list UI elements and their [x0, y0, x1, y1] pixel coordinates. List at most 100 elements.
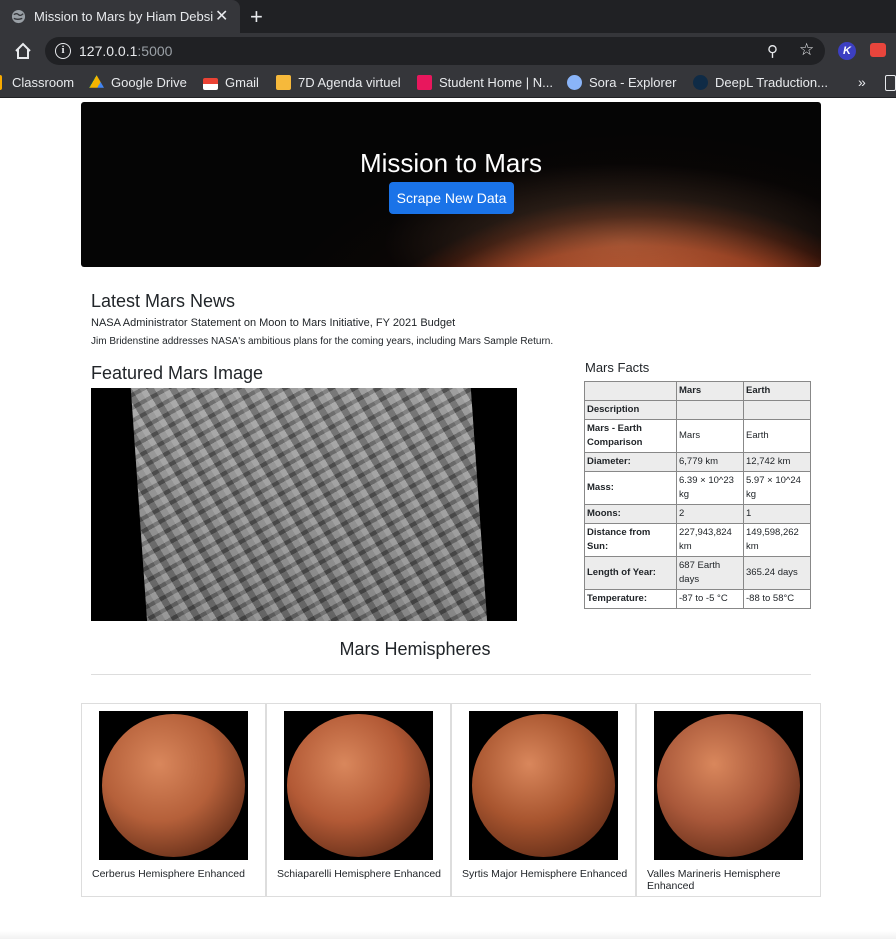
mars-globe-image	[657, 714, 800, 857]
page-bottom-edge	[0, 931, 896, 939]
bookmark-label: DeepL Traduction...	[715, 75, 828, 90]
hemisphere-card: Schiaparelli Hemisphere Enhanced	[266, 703, 451, 897]
hemisphere-image[interactable]	[654, 711, 803, 860]
extension-red-icon[interactable]	[870, 43, 886, 57]
hemisphere-image[interactable]	[284, 711, 433, 860]
url-host: 127.0.0.1	[79, 43, 138, 59]
table-cell: Earth	[743, 419, 811, 453]
table-cell: Description	[584, 400, 677, 420]
globe-icon	[11, 9, 26, 24]
bookmark-classroom[interactable]: Classroom	[0, 75, 74, 90]
browser-toolbar: i 127.0.0.1:5000 ⚲ ☆ K	[0, 33, 896, 69]
table-row: Mars - Earth Comparison Mars Earth	[584, 419, 811, 453]
table-row: Diameter: 6,779 km 12,742 km	[584, 452, 811, 472]
hemisphere-title: Cerberus Hemisphere Enhanced	[92, 868, 245, 880]
bookmark-7d-agenda[interactable]: 7D Agenda virtuel	[276, 75, 401, 90]
table-cell: 365.24 days	[743, 556, 811, 590]
hemisphere-card: Syrtis Major Hemisphere Enhanced	[451, 703, 636, 897]
mars-globe-image	[287, 714, 430, 857]
bookmark-label: Student Home | N...	[439, 75, 553, 90]
hemispheres-grid: Cerberus Hemisphere Enhanced Schiaparell…	[81, 703, 821, 897]
table-row: Moons: 2 1	[584, 504, 811, 524]
scrape-new-data-button[interactable]: Scrape New Data	[389, 182, 514, 214]
zoom-icon[interactable]: ⚲	[767, 42, 778, 60]
classroom-icon	[0, 75, 2, 90]
agenda-icon	[276, 75, 291, 90]
table-cell: 6,779 km	[676, 452, 744, 472]
bookmark-sora[interactable]: Sora - Explorer	[567, 75, 676, 90]
table-header: Mars	[676, 381, 744, 401]
table-cell	[743, 400, 811, 420]
table-cell: -88 to 58°C	[743, 589, 811, 609]
mars-globe-image	[472, 714, 615, 857]
table-cell: 227,943,824 km	[676, 523, 744, 557]
info-icon[interactable]: i	[55, 43, 71, 59]
reading-list-icon[interactable]	[885, 75, 896, 91]
news-paragraph: Jim Bridenstine addresses NASA's ambitio…	[91, 336, 554, 347]
home-icon[interactable]	[13, 41, 33, 61]
page-title: Mission to Mars	[359, 148, 543, 178]
table-cell: 6.39 × 10^23 kg	[676, 471, 744, 505]
hemispheres-heading: Mars Hemispheres	[339, 639, 491, 659]
bookmark-label: Classroom	[12, 75, 75, 90]
table-header-row: Mars Earth	[584, 381, 811, 401]
table-row: Length of Year: 687 Earth days 365.24 days	[584, 556, 811, 590]
bookmark-google-drive[interactable]: Google Drive	[89, 75, 187, 90]
dune-image-strip	[130, 388, 488, 621]
table-row: Distance from Sun: 227,943,824 km 149,598,…	[584, 523, 811, 557]
table-cell	[676, 400, 744, 420]
bookmark-deepl[interactable]: DeepL Traduction...	[693, 75, 828, 90]
table-row: Description	[584, 400, 811, 420]
student-home-icon	[417, 75, 432, 90]
table-cell: Mars	[676, 419, 744, 453]
table-header	[584, 381, 677, 401]
google-drive-icon	[89, 75, 104, 88]
more-bookmarks-icon[interactable]: »	[858, 74, 866, 90]
table-row: Mass: 6.39 × 10^23 kg 5.97 × 10^24 kg	[584, 471, 811, 505]
hemisphere-image[interactable]	[99, 711, 248, 860]
table-cell: Distance from Sun:	[584, 523, 677, 557]
table-cell: 687 Earth days	[676, 556, 744, 590]
address-bar[interactable]: i 127.0.0.1:5000 ⚲ ☆	[45, 37, 825, 65]
bookmark-student-home[interactable]: Student Home | N...	[417, 75, 553, 90]
hemisphere-title: Schiaparelli Hemisphere Enhanced	[277, 868, 442, 880]
bookmark-label: Google Drive	[111, 75, 187, 90]
tab-title: Mission to Mars by Hiam Debsi	[34, 9, 214, 24]
bookmark-star-icon[interactable]: ☆	[799, 40, 814, 60]
close-tab-icon[interactable]: ✕	[215, 6, 228, 26]
table-cell: Temperature:	[584, 589, 677, 609]
browser-tab[interactable]: Mission to Mars by Hiam Debsi ✕	[0, 0, 240, 33]
bookmark-label: Sora - Explorer	[589, 75, 677, 90]
mars-facts-table: Mars Earth Description Mars - Earth Comp…	[584, 381, 811, 609]
hemisphere-title: Valles Marineris Hemisphere Enhanced	[647, 868, 781, 892]
bookmarks-bar: Classroom Google Drive Gmail 7D Agenda v…	[0, 69, 896, 98]
hemisphere-card: Cerberus Hemisphere Enhanced	[81, 703, 266, 897]
table-cell: Mass:	[584, 471, 677, 505]
table-header: Earth	[743, 381, 811, 401]
page-content: Mission to Mars Scrape New Data Latest M…	[0, 99, 896, 939]
table-row: Temperature: -87 to -5 °C -88 to 58°C	[584, 589, 811, 609]
table-cell: 1	[743, 504, 811, 524]
news-heading: Latest Mars News	[91, 291, 236, 311]
jumbotron: Mission to Mars Scrape New Data	[81, 102, 821, 267]
table-cell: Length of Year:	[584, 556, 677, 590]
new-tab-button[interactable]: +	[250, 4, 263, 30]
news-title: NASA Administrator Statement on Moon to …	[91, 317, 456, 329]
bookmark-gmail[interactable]: Gmail	[203, 75, 259, 90]
table-cell: Moons:	[584, 504, 677, 524]
table-cell: 149,598,262 km	[743, 523, 811, 557]
table-cell: 5.97 × 10^24 kg	[743, 471, 811, 505]
hemisphere-card: Valles Marineris Hemisphere Enhanced	[636, 703, 821, 897]
featured-image-heading: Featured Mars Image	[91, 363, 264, 383]
gmail-icon	[203, 78, 218, 90]
table-cell: 2	[676, 504, 744, 524]
table-cell: Diameter:	[584, 452, 677, 472]
extension-k-icon[interactable]: K	[838, 42, 856, 60]
browser-tab-strip: Mission to Mars by Hiam Debsi ✕ +	[0, 0, 896, 33]
divider	[91, 674, 811, 675]
table-cell: -87 to -5 °C	[676, 589, 744, 609]
table-cell: Mars - Earth Comparison	[584, 419, 677, 453]
table-cell: 12,742 km	[743, 452, 811, 472]
sora-icon	[567, 75, 582, 90]
hemisphere-image[interactable]	[469, 711, 618, 860]
